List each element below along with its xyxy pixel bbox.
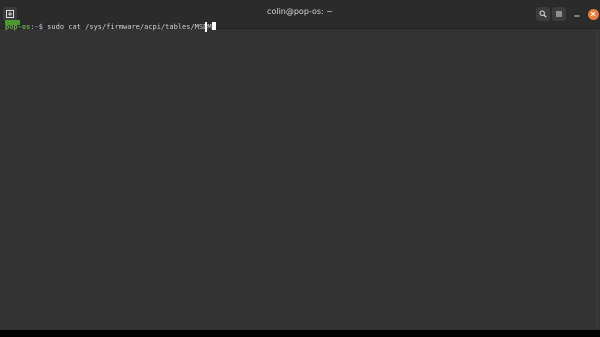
prompt-symbol: $ bbox=[38, 23, 48, 31]
terminal-window: colin@pop-os: ~ pop-os:~$ sudo cat /sys/… bbox=[0, 0, 600, 330]
command-text: sudo cat /sys/firmware/acpi/tables/MSDM bbox=[47, 23, 212, 31]
search-icon bbox=[539, 10, 547, 18]
prompt-host: pop-os bbox=[5, 23, 31, 31]
close-button-circle bbox=[587, 8, 599, 20]
text-cursor bbox=[211, 22, 216, 30]
command-line: pop-os:~$ sudo cat /sys/firmware/acpi/ta… bbox=[5, 22, 216, 31]
new-tab-icon bbox=[6, 10, 14, 18]
scrollbar[interactable] bbox=[596, 30, 598, 326]
hamburger-menu-icon bbox=[556, 11, 562, 17]
window-title: colin@pop-os: ~ bbox=[267, 7, 333, 16]
terminal-area[interactable]: pop-os:~$ sudo cat /sys/firmware/acpi/ta… bbox=[0, 19, 600, 330]
mouse-pointer bbox=[205, 22, 207, 32]
minimize-icon bbox=[574, 15, 580, 17]
close-icon bbox=[590, 11, 596, 17]
